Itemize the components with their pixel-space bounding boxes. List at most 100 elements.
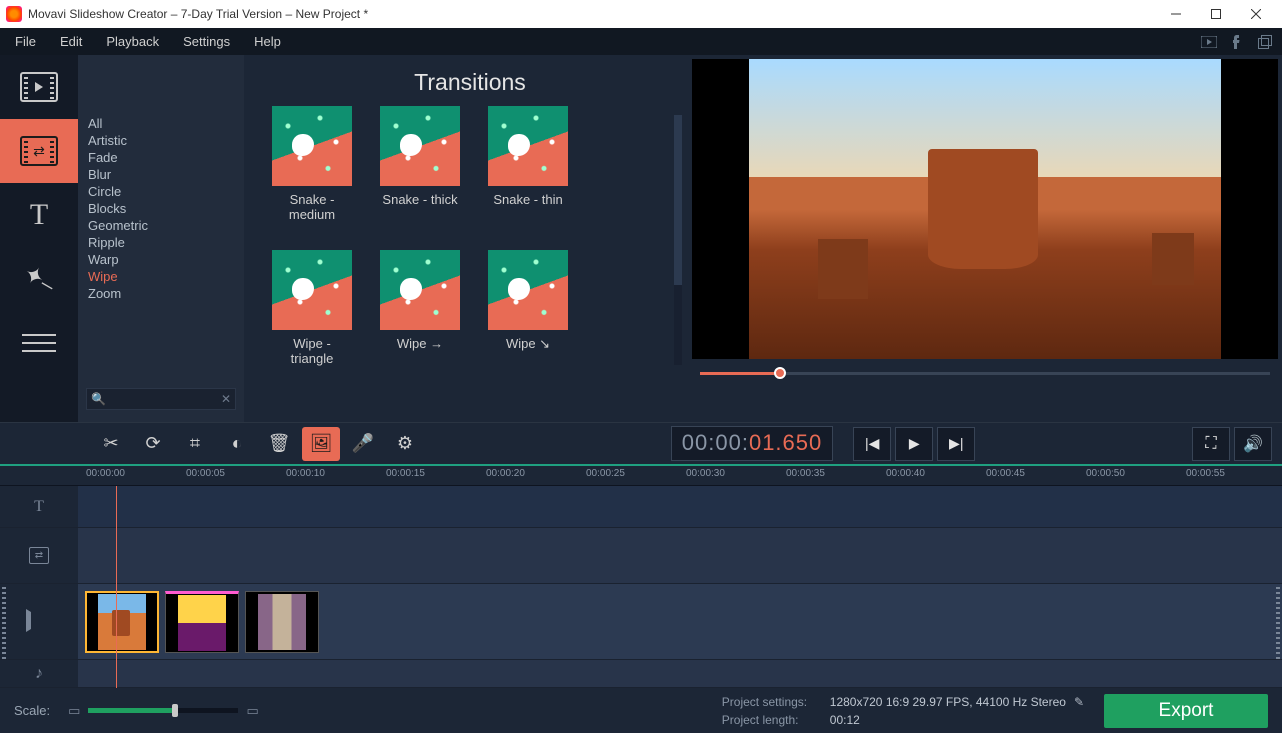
tab-more[interactable] bbox=[0, 311, 78, 375]
window-maximize-button[interactable] bbox=[1196, 0, 1236, 28]
window-minimize-button[interactable] bbox=[1156, 0, 1196, 28]
timeline-clip[interactable] bbox=[165, 591, 239, 653]
ruler-tick: 00:00:20 bbox=[486, 468, 525, 479]
play-button[interactable]: ▶ bbox=[895, 427, 933, 461]
contrast-icon: ◐ bbox=[232, 433, 243, 454]
project-length-value: 00:12 bbox=[830, 711, 860, 729]
scale-label: Scale: bbox=[14, 703, 50, 718]
clear-search-icon[interactable]: ✕ bbox=[221, 392, 231, 406]
transition-thumb[interactable]: Snake - medium bbox=[272, 106, 352, 222]
timeline-clip[interactable] bbox=[85, 591, 159, 653]
trash-icon: 🗑 bbox=[268, 433, 291, 454]
edit-settings-icon[interactable]: ✎ bbox=[1074, 693, 1084, 711]
status-bar: Scale: ▭ ▭ Project settings: 1280x720 16… bbox=[0, 688, 1282, 733]
track-transitions[interactable]: ⇄ bbox=[0, 528, 1282, 584]
transition-wizard-button[interactable]: 🖼 bbox=[302, 427, 340, 461]
prev-button[interactable]: |◀ bbox=[853, 427, 891, 461]
tab-effects[interactable]: ✦⎯ bbox=[0, 247, 78, 311]
category-artistic[interactable]: Artistic bbox=[78, 132, 244, 149]
settings-button[interactable]: ⚙ bbox=[386, 427, 424, 461]
export-button[interactable]: Export bbox=[1104, 694, 1268, 728]
timeline: 00:00:0000:00:0500:00:1000:00:1500:00:20… bbox=[0, 464, 1282, 688]
app-logo-icon bbox=[6, 6, 22, 22]
thumb-label: Wipe → bbox=[380, 336, 460, 351]
track-titles[interactable]: T bbox=[0, 486, 1282, 528]
facebook-icon[interactable] bbox=[1226, 31, 1248, 53]
ruler-tick: 00:00:55 bbox=[1186, 468, 1225, 479]
zoom-out-icon[interactable]: ▭ bbox=[68, 703, 80, 719]
more-icon bbox=[22, 328, 56, 358]
track-audio[interactable]: ♪ bbox=[0, 660, 1282, 688]
category-list: All Artistic Fade Blur Circle Blocks Geo… bbox=[78, 115, 244, 302]
seek-bar[interactable] bbox=[700, 365, 1270, 381]
category-geometric[interactable]: Geometric bbox=[78, 217, 244, 234]
window-titlebar: Movavi Slideshow Creator – 7-Day Trial V… bbox=[0, 0, 1282, 28]
category-all[interactable]: All bbox=[78, 115, 244, 132]
ruler-tick: 00:00:35 bbox=[786, 468, 825, 479]
crop-button[interactable]: ⌗ bbox=[176, 427, 214, 461]
transition-thumb[interactable]: Wipe ↘ bbox=[488, 250, 568, 366]
record-button[interactable]: 🎤 bbox=[344, 427, 382, 461]
preview-panel bbox=[688, 55, 1282, 422]
image-icon: 🖼 bbox=[310, 433, 333, 454]
wand-icon: ✦⎯ bbox=[18, 258, 60, 299]
project-settings-key: Project settings: bbox=[722, 693, 830, 711]
tab-titles[interactable]: T bbox=[0, 183, 78, 247]
ruler-tick: 00:00:05 bbox=[186, 468, 225, 479]
ruler-tick: 00:00:50 bbox=[1086, 468, 1125, 479]
panel-scrollbar[interactable] bbox=[674, 115, 682, 365]
tab-media[interactable] bbox=[0, 55, 78, 119]
category-circle[interactable]: Circle bbox=[78, 183, 244, 200]
transitions-panel: Transitions Snake - medium Snake - thick… bbox=[244, 55, 688, 422]
category-search-input[interactable]: 🔍 ✕ bbox=[86, 388, 236, 410]
popup-icon[interactable] bbox=[1254, 31, 1276, 53]
menu-help[interactable]: Help bbox=[242, 30, 293, 53]
titles-icon: T bbox=[30, 198, 48, 232]
track-video[interactable] bbox=[0, 584, 1282, 660]
zoom-in-icon[interactable]: ▭ bbox=[246, 703, 258, 719]
volume-button[interactable]: 🔊 bbox=[1234, 427, 1272, 461]
menu-settings[interactable]: Settings bbox=[171, 30, 242, 53]
fullscreen-button[interactable]: ⛶ bbox=[1192, 427, 1230, 461]
fullscreen-icon: ⛶ bbox=[1205, 435, 1216, 453]
category-fade[interactable]: Fade bbox=[78, 149, 244, 166]
transition-thumb[interactable]: Snake - thick bbox=[380, 106, 460, 222]
category-wipe[interactable]: Wipe bbox=[78, 268, 244, 285]
menu-file[interactable]: File bbox=[3, 30, 48, 53]
category-zoom[interactable]: Zoom bbox=[78, 285, 244, 302]
youtube-icon[interactable] bbox=[1198, 31, 1220, 53]
category-ripple[interactable]: Ripple bbox=[78, 234, 244, 251]
volume-icon: 🔊 bbox=[1243, 434, 1263, 454]
menu-edit[interactable]: Edit bbox=[48, 30, 94, 53]
edit-toolbar: ✂ ⟳ ⌗ ◐ 🗑 🖼 🎤 ⚙ 00:00:01.650 |◀ ▶ ▶| ⛶ 🔊 bbox=[0, 422, 1282, 464]
window-close-button[interactable] bbox=[1236, 0, 1276, 28]
transition-thumb[interactable]: Wipe → bbox=[380, 250, 460, 366]
transitions-track-icon: ⇄ bbox=[29, 547, 49, 564]
timeline-ruler[interactable]: 00:00:0000:00:0500:00:1000:00:1500:00:20… bbox=[0, 464, 1282, 486]
tab-transitions[interactable]: ⇄ bbox=[0, 119, 78, 183]
timeline-clip[interactable] bbox=[245, 591, 319, 653]
scissors-icon: ✂ bbox=[103, 433, 118, 454]
preview-viewport[interactable] bbox=[692, 59, 1278, 359]
undo-button[interactable]: ⟳ bbox=[134, 427, 172, 461]
next-icon: ▶| bbox=[949, 435, 963, 452]
delete-button[interactable]: 🗑 bbox=[260, 427, 298, 461]
cut-button[interactable]: ✂ bbox=[92, 427, 130, 461]
scale-slider[interactable] bbox=[88, 708, 238, 713]
category-warp[interactable]: Warp bbox=[78, 251, 244, 268]
play-icon: ▶ bbox=[909, 435, 920, 452]
prev-icon: |◀ bbox=[865, 435, 879, 452]
ruler-tick: 00:00:45 bbox=[986, 468, 1025, 479]
playhead[interactable] bbox=[116, 486, 117, 688]
category-blocks[interactable]: Blocks bbox=[78, 200, 244, 217]
ruler-tick: 00:00:00 bbox=[86, 468, 125, 479]
transition-thumb[interactable]: Snake - thin bbox=[488, 106, 568, 222]
color-button[interactable]: ◐ bbox=[218, 427, 256, 461]
left-tool-strip: ⇄ T ✦⎯ bbox=[0, 55, 78, 422]
category-blur[interactable]: Blur bbox=[78, 166, 244, 183]
menu-playback[interactable]: Playback bbox=[94, 30, 171, 53]
search-icon: 🔍 bbox=[91, 392, 106, 406]
ruler-tick: 00:00:15 bbox=[386, 468, 425, 479]
next-button[interactable]: ▶| bbox=[937, 427, 975, 461]
transition-thumb[interactable]: Wipe - triangle bbox=[272, 250, 352, 366]
